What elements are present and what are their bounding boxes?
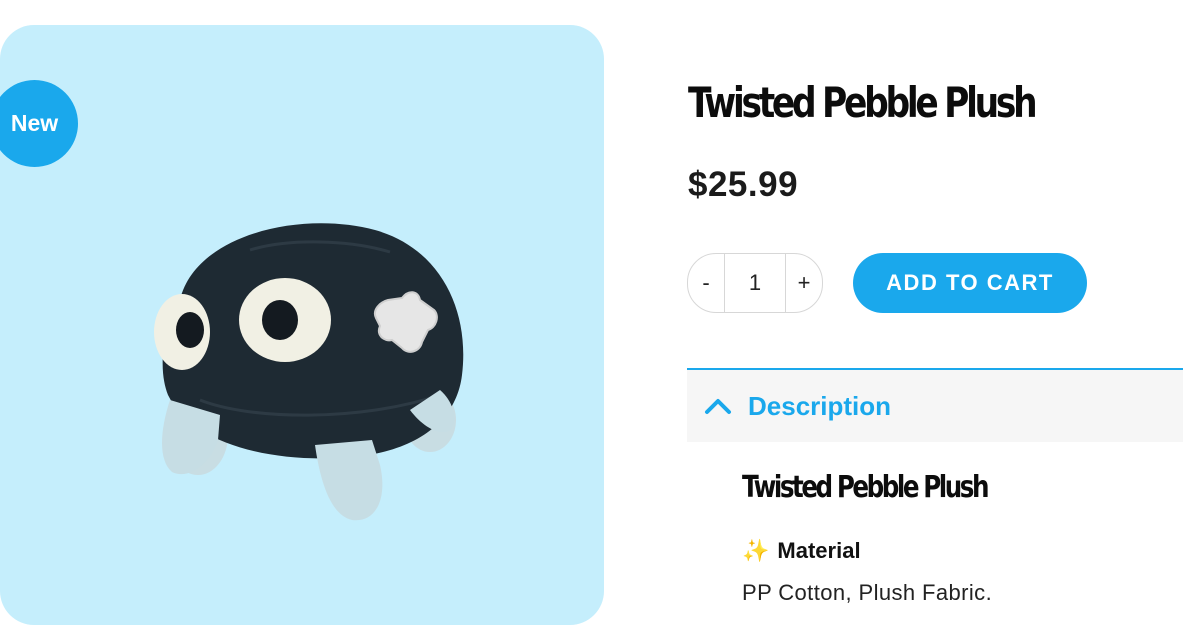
material-text: PP Cotton, Plush Fabric. bbox=[742, 580, 993, 605]
product-image-card: New bbox=[0, 25, 604, 625]
chevron-up-icon bbox=[702, 394, 734, 418]
quantity-stepper: - 1 + bbox=[687, 253, 823, 313]
description-title: Twisted Pebble Plush bbox=[742, 470, 989, 505]
quantity-input[interactable]: 1 bbox=[724, 254, 786, 312]
accordion-label: Description bbox=[748, 390, 892, 421]
product-image[interactable] bbox=[140, 190, 480, 535]
product-price: $25.99 bbox=[688, 165, 799, 204]
material-heading: ✨ Material bbox=[742, 538, 861, 564]
decrement-button[interactable]: - bbox=[688, 254, 724, 312]
add-to-cart-button[interactable]: ADD TO CART bbox=[853, 253, 1087, 313]
new-badge: New bbox=[0, 80, 78, 167]
material-heading-label: Material bbox=[777, 538, 861, 563]
product-title: Twisted Pebble Plush bbox=[688, 78, 1038, 127]
product-page: New Twisted Pebble Plush $25.99 - 1 + AD… bbox=[0, 0, 1183, 642]
sparkles-icon: ✨ bbox=[742, 538, 770, 563]
increment-button[interactable]: + bbox=[786, 254, 822, 312]
description-accordion-header[interactable]: Description bbox=[687, 368, 1183, 442]
